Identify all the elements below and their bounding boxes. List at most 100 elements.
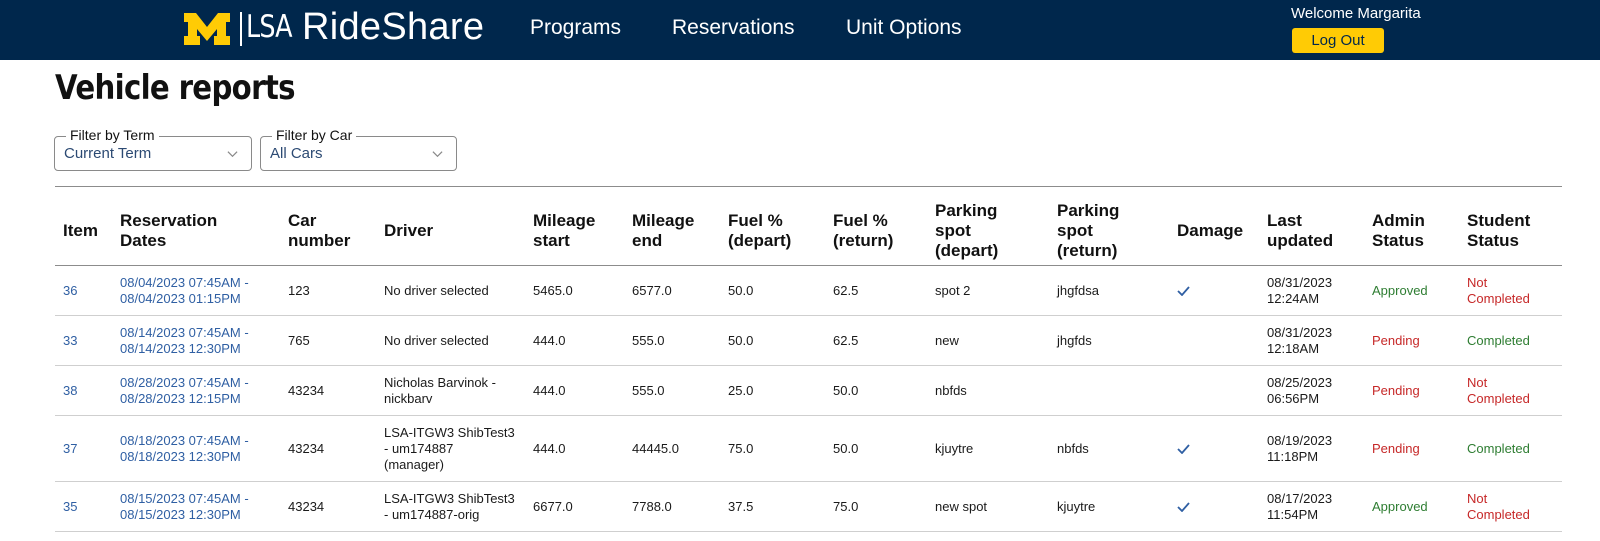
column-header-mileage-start[interactable]: Mileage start <box>533 196 595 266</box>
reservation-dates-link[interactable]: 08/14/2023 07:45AM -08/14/2023 12:30PM <box>120 325 249 357</box>
nav-unit-options[interactable]: Unit Options <box>846 16 962 40</box>
column-header-reservation-dates[interactable]: Reservation Dates <box>120 196 217 266</box>
cell-mileage-end: 6577.0 <box>632 266 672 315</box>
item-link[interactable]: 38 <box>63 383 77 399</box>
table-row[interactable]: 33 08/14/2023 07:45AM -08/14/2023 12:30PM… <box>55 316 1562 366</box>
column-header-damage[interactable]: Damage <box>1177 196 1243 266</box>
column-header-mileage-end[interactable]: Mileage end <box>632 196 694 266</box>
column-header-label: Parking spot (return) <box>1057 201 1119 261</box>
term-filter-label: Filter by Term <box>66 127 159 143</box>
nav-reservations[interactable]: Reservations <box>672 16 795 40</box>
cell-line: (manager) <box>384 456 444 472</box>
cell-text: 08/25/2023 06:56PM <box>1267 375 1332 407</box>
cell-text: 123 <box>288 282 310 298</box>
app-name[interactable]: RideShare <box>302 6 484 49</box>
item-link[interactable]: 35 <box>63 499 77 515</box>
cell-text: 7788.0 <box>632 498 672 514</box>
column-header-driver[interactable]: Driver <box>384 196 433 266</box>
cell-text: 37.5 <box>728 498 754 514</box>
block-m-logo[interactable] <box>182 11 232 47</box>
checkmark-icon <box>1177 443 1190 454</box>
cell-text: 08/19/2023 11:18PM <box>1267 433 1332 465</box>
cell-text: 6577.0 <box>632 282 672 298</box>
cell-driver: No driver selected <box>384 316 489 365</box>
column-header-label: Parking spot (depart) <box>935 201 998 261</box>
item-link[interactable]: 36 <box>63 283 77 299</box>
car-filter-select[interactable]: Filter by Car All Cars <box>260 127 457 171</box>
reservation-dates-link[interactable]: 08/04/2023 07:45AM -08/04/2023 01:15PM <box>120 275 249 307</box>
table-row[interactable]: 35 08/15/2023 07:45AM -08/15/2023 12:30PM… <box>55 482 1562 532</box>
cell-fuel-depart: 50.0 <box>728 316 753 365</box>
admin-status-text: Pending <box>1372 382 1420 398</box>
column-header-admin-status[interactable]: Admin Status <box>1372 196 1425 266</box>
cell-line: 08/04/2023 01:15PM <box>120 290 241 306</box>
reservation-dates-link[interactable]: 08/28/2023 07:45AM -08/28/2023 12:15PM <box>120 375 249 407</box>
column-header-fuel-return[interactable]: Fuel % (return) <box>833 196 893 266</box>
column-header-line: Status <box>1467 231 1519 250</box>
column-header-parking-spot-depart[interactable]: Parking spot (depart) <box>935 196 998 266</box>
cell-text: 444.0 <box>533 332 566 348</box>
cell-fuel-return: 50.0 <box>833 366 858 415</box>
cell-text: No driver selected <box>384 283 489 299</box>
column-header-line: spot <box>935 221 971 240</box>
cell-text: 50.0 <box>728 282 754 298</box>
column-header-last-updated[interactable]: Last updated <box>1267 196 1333 266</box>
cell-fuel-depart: 75.0 <box>728 416 753 481</box>
column-header-line: Student <box>1467 211 1531 230</box>
table-row[interactable]: 37 08/18/2023 07:45AM -08/18/2023 12:30PM… <box>55 416 1562 482</box>
table-row[interactable]: 38 08/28/2023 07:45AM -08/28/2023 12:15PM… <box>55 366 1562 416</box>
item-link[interactable]: 37 <box>63 441 77 457</box>
cell-line: - um174887 <box>384 440 454 456</box>
column-header-line: Fuel % <box>728 211 783 230</box>
cell-damage <box>1177 416 1190 481</box>
cell-mileage-start: 6677.0 <box>533 482 573 531</box>
logout-button[interactable]: Log Out <box>1292 28 1384 53</box>
column-header-student-status[interactable]: Student Status <box>1467 196 1530 266</box>
column-header-line: Mileage <box>632 211 695 230</box>
cell-mileage-start: 444.0 <box>533 416 566 481</box>
cell-line: 08/19/2023 <box>1267 432 1333 448</box>
cell-text: 444.0 <box>533 382 566 398</box>
cell-line: 12:18AM <box>1267 340 1320 356</box>
table-row[interactable]: 36 08/04/2023 07:45AM -08/04/2023 01:15PM… <box>55 266 1562 316</box>
cell-student-status: Not Completed <box>1467 482 1530 531</box>
cell-line: 06:56PM <box>1267 390 1320 406</box>
checkmark-icon <box>1177 501 1190 512</box>
cell-driver: Nicholas Barvinok - nickbarv <box>384 366 496 415</box>
cell-line: 12:24AM <box>1267 290 1320 306</box>
cell-student-status: Completed <box>1467 416 1530 481</box>
cell-parking-spot-return: nbfds <box>1057 416 1089 481</box>
column-header-label: Reservation Dates <box>120 211 217 251</box>
column-header-fuel-depart[interactable]: Fuel % (depart) <box>728 196 791 266</box>
cell-mileage-end: 555.0 <box>632 366 665 415</box>
lsa-logo-text[interactable]: LSA <box>246 9 293 45</box>
admin-status-text: Pending <box>1372 440 1420 456</box>
column-header-item[interactable]: Item <box>63 196 98 266</box>
cell-line: Completed <box>1467 506 1530 522</box>
cell-line: - um174887-orig <box>384 506 480 522</box>
column-header-line: Damage <box>1177 221 1244 240</box>
item-link[interactable]: 33 <box>63 333 77 349</box>
column-header-line: start <box>533 231 570 250</box>
column-header-line: Parking <box>1057 201 1120 220</box>
cell-text: 75.0 <box>728 440 754 456</box>
cell-item: 37 <box>63 416 77 481</box>
cell-line: 08/14/2023 07:45AM - <box>120 324 249 340</box>
cell-text: No driver selected <box>384 333 489 349</box>
cell-text: 08/31/2023 12:24AM <box>1267 275 1332 307</box>
cell-reservation-dates: 08/04/2023 07:45AM -08/04/2023 01:15PM <box>120 266 249 315</box>
reservation-dates-link[interactable]: 08/18/2023 07:45AM -08/18/2023 12:30PM <box>120 433 249 465</box>
cell-line: 08/28/2023 07:45AM - <box>120 374 249 390</box>
cell-line: Not <box>1467 274 1488 290</box>
nav-programs[interactable]: Programs <box>530 16 621 40</box>
cell-driver: LSA-ITGW3 ShibTest3- um174887-orig <box>384 482 515 531</box>
cell-parking-spot-return: jhgfds <box>1057 316 1092 365</box>
column-header-label: Admin Status <box>1372 211 1425 251</box>
column-header-car-number[interactable]: Car number <box>288 196 350 266</box>
cell-item: 38 <box>63 366 77 415</box>
cell-admin-status: Pending <box>1372 316 1420 365</box>
column-header-line: updated <box>1267 231 1334 250</box>
term-filter-select[interactable]: Filter by Term Current Term <box>54 127 252 171</box>
column-header-parking-spot-return[interactable]: Parking spot (return) <box>1057 196 1119 266</box>
reservation-dates-link[interactable]: 08/15/2023 07:45AM -08/15/2023 12:30PM <box>120 491 249 523</box>
